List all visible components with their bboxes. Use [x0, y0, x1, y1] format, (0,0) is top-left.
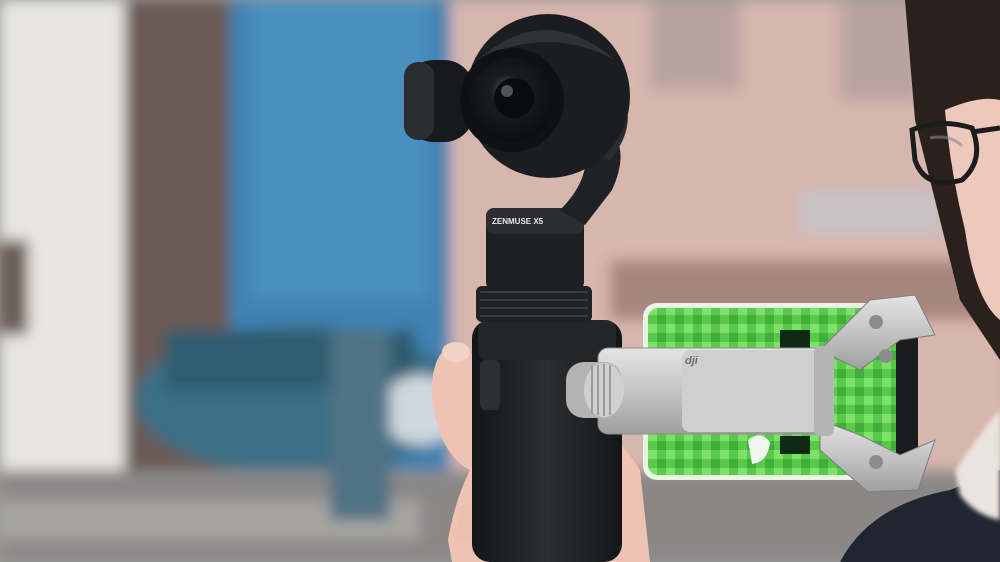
photo-canvas: ZENMUSE X5 dji: [0, 0, 1000, 562]
gimbal-model-label: ZENMUSE X5: [492, 217, 544, 226]
mount-logo: dji: [685, 355, 699, 367]
photo-scene: ZENMUSE X5 dji: [0, 0, 1000, 562]
